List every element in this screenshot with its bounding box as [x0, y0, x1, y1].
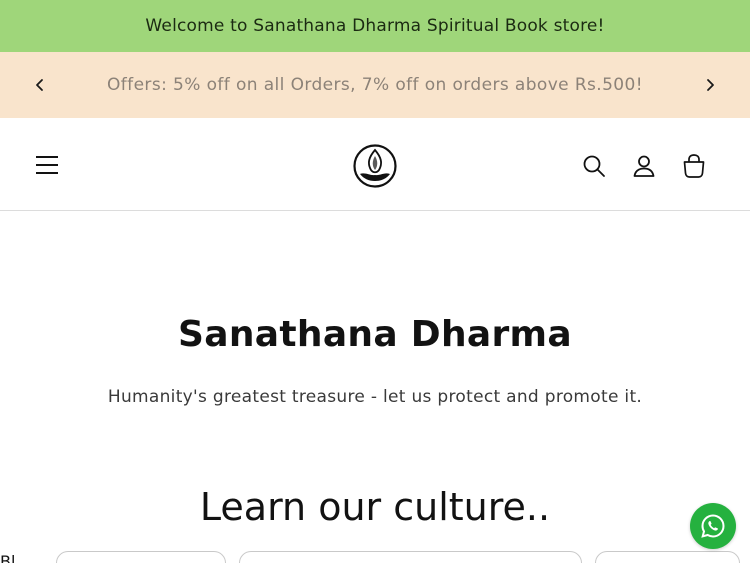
chevron-right-icon	[707, 79, 714, 91]
account-icon	[633, 155, 655, 177]
menu-button[interactable]	[30, 148, 64, 182]
welcome-text: Welcome to Sanathana Dharma Spiritual Bo…	[145, 16, 605, 36]
site-header	[0, 118, 750, 211]
collection-card[interactable]	[595, 551, 740, 563]
chevron-left-icon	[36, 79, 43, 91]
whatsapp-icon	[701, 514, 725, 538]
cart-icon	[683, 154, 705, 178]
offer-text: Offers: 5% off on all Orders, 7% off on …	[107, 75, 643, 95]
offer-announcement-bar: Offers: 5% off on all Orders, 7% off on …	[0, 52, 750, 118]
search-icon	[583, 155, 605, 177]
cart-button[interactable]	[677, 149, 711, 183]
collection-card[interactable]	[239, 551, 582, 563]
section-title: Learn our culture..	[199, 485, 551, 529]
whatsapp-chat-button[interactable]	[690, 503, 736, 549]
account-button[interactable]	[628, 150, 660, 182]
store-logo[interactable]	[350, 142, 400, 190]
collection-card[interactable]	[56, 551, 226, 563]
offer-prev-button[interactable]	[28, 73, 52, 97]
partial-edge-text: Bl	[0, 552, 16, 563]
hero-subtitle: Humanity's greatest treasure - let us pr…	[107, 387, 643, 407]
hero-title: Sanathana Dharma	[178, 314, 572, 355]
welcome-announcement-bar: Welcome to Sanathana Dharma Spiritual Bo…	[0, 0, 750, 52]
search-button[interactable]	[578, 150, 610, 182]
hamburger-menu-icon	[36, 156, 58, 174]
offer-next-button[interactable]	[698, 73, 722, 97]
lamp-logo-icon	[353, 144, 397, 188]
